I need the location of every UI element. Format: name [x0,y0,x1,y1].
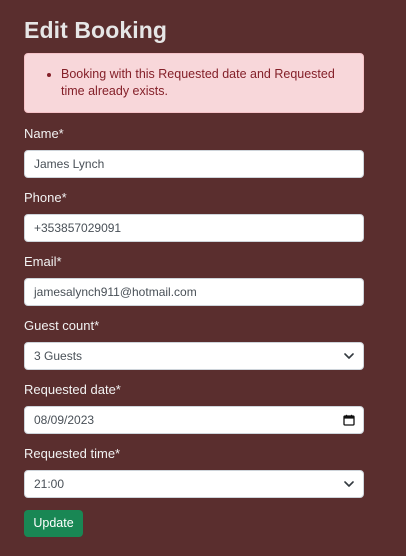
requested-date-label: Requested date* [24,382,121,397]
name-field[interactable]: James Lynch [24,150,364,178]
name-label: Name* [24,126,64,141]
chevron-down-icon [344,353,354,359]
update-button[interactable]: Update [24,510,83,537]
error-alert: Booking with this Requested date and Req… [24,53,364,113]
name-value: James Lynch [34,157,105,171]
calendar-icon[interactable] [343,414,355,426]
requested-date-value: 08/09/2023 [34,413,95,427]
requested-time-select[interactable]: 21:00 [24,470,364,498]
email-label: Email* [24,254,62,269]
chevron-down-icon [344,481,354,487]
guest-count-select[interactable]: 3 Guests [24,342,364,370]
guest-count-value: 3 Guests [34,349,83,363]
phone-label: Phone* [24,190,67,205]
guest-count-label: Guest count* [24,318,100,333]
page-title: Edit Booking [24,17,168,43]
requested-time-label: Requested time* [24,446,121,461]
requested-time-value: 21:00 [34,477,65,491]
phone-field[interactable]: +353857029091 [24,214,364,242]
requested-date-field[interactable]: 08/09/2023 [24,406,364,434]
edit-booking-page: Edit Booking Booking with this Requested… [0,0,406,556]
email-value: jamesalynch911@hotmail.com [34,285,197,299]
error-message: Booking with this Requested date and Req… [61,66,349,100]
phone-value: +353857029091 [34,221,122,235]
error-list: Booking with this Requested date and Req… [61,66,349,100]
email-field[interactable]: jamesalynch911@hotmail.com [24,278,364,306]
